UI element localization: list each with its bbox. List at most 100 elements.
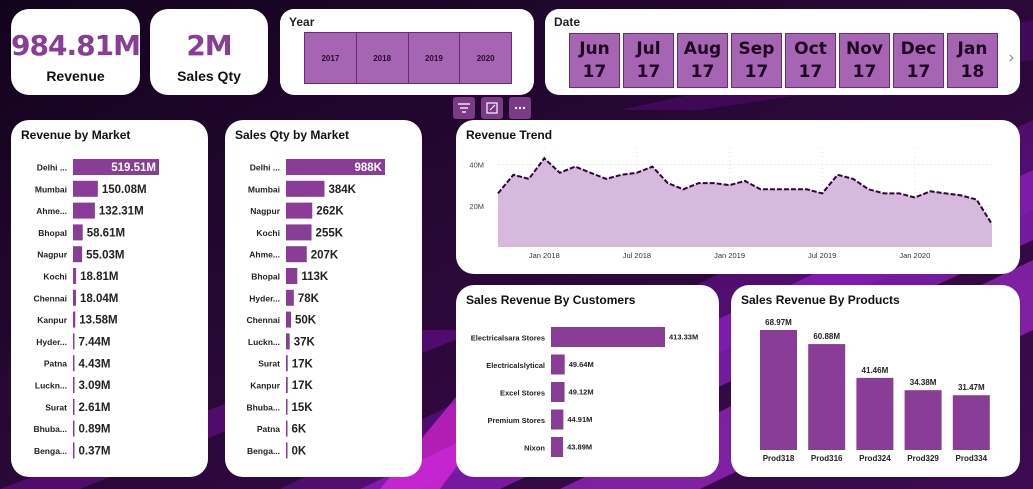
bar[interactable] [551, 409, 564, 430]
category-label: Delhi ... [250, 163, 280, 173]
bar[interactable] [286, 268, 298, 284]
sales-qty-kpi-value: 2M [186, 29, 232, 62]
bar[interactable] [73, 398, 75, 415]
bar[interactable] [551, 354, 565, 375]
bar[interactable] [904, 390, 942, 450]
bar[interactable] [73, 311, 76, 328]
bar[interactable] [551, 437, 564, 457]
sales-revenue-by-products-card: Sales Revenue By Products 68.97M Prod318 6… [731, 285, 1020, 477]
x-tick-label: Jul 2018 [623, 251, 651, 260]
bar[interactable] [551, 327, 665, 347]
bar[interactable] [73, 289, 76, 306]
date-month: Jul [636, 38, 661, 59]
bar[interactable] [73, 202, 95, 219]
data-label: 43.89M [567, 443, 592, 452]
data-label: 49.12M [569, 388, 594, 397]
bar[interactable] [73, 377, 75, 393]
date-month: Sep [738, 38, 775, 59]
year-option-2018[interactable]: 2018 [356, 33, 409, 83]
bar[interactable] [73, 333, 75, 350]
bar[interactable] [286, 311, 292, 328]
year-option-2017[interactable]: 2017 [305, 33, 357, 83]
category-label: Prod329 [907, 454, 939, 463]
category-label: Prod334 [956, 454, 988, 463]
bar[interactable] [286, 355, 288, 372]
sales-revenue-by-products-chart: 68.97M Prod318 60.88M Prod316 41.46M Prod324 3… [760, 318, 990, 463]
bar[interactable] [73, 180, 98, 197]
bar[interactable] [551, 382, 565, 402]
date-year: 17 [906, 61, 931, 82]
chevron-right-icon[interactable]: › [1009, 49, 1014, 67]
date-option-sep-17[interactable]: Sep 17 [731, 33, 782, 88]
more-options-icon[interactable] [509, 97, 531, 119]
data-label: 207K [311, 249, 339, 261]
date-month: Aug [683, 38, 722, 59]
data-label: 4.43M [79, 358, 111, 370]
year-option-2019[interactable]: 2019 [408, 33, 461, 83]
bar[interactable] [856, 377, 894, 450]
data-label: 384K [328, 184, 356, 196]
filter-icon[interactable] [453, 97, 475, 119]
sales-qty-kpi-card[interactable]: 2M Sales Qty [150, 9, 268, 95]
date-month: Nov [846, 38, 883, 59]
bar[interactable] [286, 442, 288, 459]
bar[interactable] [286, 246, 307, 263]
date-option-jul-17[interactable]: Jul 17 [623, 33, 674, 88]
date-month: Oct [794, 38, 827, 59]
data-label: 988K [355, 162, 383, 174]
sales-revenue-by-customers-chart: Electricalsara Stores 413.33M Electricalsl… [471, 327, 698, 457]
bar[interactable] [73, 420, 75, 437]
y-tick-label: 20M [469, 202, 484, 211]
bar[interactable] [286, 377, 288, 393]
bar[interactable] [952, 395, 990, 450]
date-month: Dec [900, 38, 937, 59]
bar[interactable] [760, 330, 797, 450]
category-label: Kochi [43, 272, 67, 282]
data-label: 60.88M [813, 332, 840, 341]
category-label: Mumbai [35, 184, 67, 194]
category-label: Kanpur [250, 381, 280, 391]
date-option-jun-17[interactable]: Jun 17 [569, 33, 620, 88]
category-label: Benga... [247, 446, 280, 456]
bar[interactable] [73, 355, 75, 372]
data-label: 113K [301, 271, 329, 283]
revenue-trend-chart: 20M 40M Jan 2018 Jul 2018 Jan 2019 Jul 2019 Ja… [469, 148, 993, 260]
bar[interactable] [73, 442, 75, 459]
date-option-aug-17[interactable]: Aug 17 [677, 33, 728, 88]
category-label: Kochi [256, 228, 280, 238]
date-option-oct-17[interactable]: Oct 17 [785, 33, 836, 88]
data-label: 55.03M [86, 249, 124, 261]
sales-qty-by-market-card: Sales Qty by Market Delhi ... 988K Mumbai 3… [225, 120, 422, 477]
focus-mode-icon[interactable] [481, 97, 503, 119]
bar[interactable] [73, 246, 83, 263]
bar[interactable] [286, 224, 312, 241]
category-label: Chennai [246, 315, 280, 325]
data-label: 3.09M [79, 380, 111, 392]
revenue-by-market-chart: Delhi ... 519.51M Mumbai 150.08M Ahme... 132.… [33, 159, 159, 459]
data-label: 37K [294, 337, 316, 349]
category-label: Bhuba... [33, 424, 67, 434]
bar[interactable] [286, 333, 290, 350]
bar[interactable] [286, 289, 294, 306]
category-label: Prod316 [811, 454, 843, 463]
category-label: Luckn... [35, 381, 67, 391]
sales-revenue-by-customers-card: Sales Revenue By Customers Electricalsar… [456, 285, 719, 477]
date-option-nov-17[interactable]: Nov 17 [839, 33, 890, 88]
category-label: Premium Stores [487, 416, 545, 425]
year-option-2020[interactable]: 2020 [460, 33, 511, 83]
date-month: Jan [957, 38, 988, 59]
data-label: 18.81M [80, 271, 118, 283]
bar[interactable] [286, 202, 313, 219]
bar[interactable] [286, 398, 288, 415]
bar[interactable] [73, 268, 77, 284]
data-label: 13.58M [79, 315, 117, 327]
bar[interactable] [286, 420, 288, 437]
date-slicer: Date Jun 17 Jul 17 Aug 17 Sep 17 Oct 17 Nov 17… [545, 9, 1020, 95]
bar[interactable] [73, 224, 83, 241]
date-option-jan-18[interactable]: Jan 18 [947, 33, 998, 88]
category-label: Ahme... [36, 206, 67, 216]
date-option-dec-17[interactable]: Dec 17 [893, 33, 944, 88]
bar[interactable] [808, 344, 846, 450]
revenue-kpi-card[interactable]: 984.81M Revenue [11, 9, 140, 95]
bar[interactable] [286, 180, 325, 197]
